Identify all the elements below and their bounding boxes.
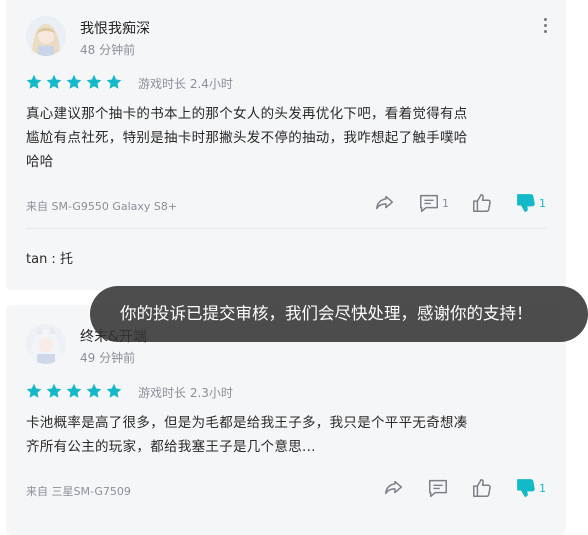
star-icon [26, 74, 42, 90]
rating-stars [26, 74, 122, 90]
playtime: 游戏时长 2.3小时 [138, 386, 233, 400]
share-icon [385, 480, 403, 495]
share-button[interactable] [383, 477, 405, 499]
review-card: 我恨我痴深 48 分钟前 游戏时长 2.4小时 真心建议那个抽卡的书本上的那个女… [6, 0, 566, 290]
divider [26, 228, 546, 229]
thumbs-up-icon [473, 194, 491, 212]
device-info: 来自 SM-G9550 Galaxy S8+ [26, 200, 178, 213]
reply-preview[interactable]: tan : 托 [26, 248, 73, 267]
review-text-line: 卡池概率是高了很多，但是为毛都是给我王子多，我只是个平平无奇想凑 [26, 415, 468, 431]
toast-message: 你的投诉已提交审核，我们会尽快处理，感谢你的支持！ [90, 286, 588, 342]
dislike-button[interactable]: 1 [515, 192, 546, 214]
like-button[interactable] [471, 192, 493, 214]
device-info: 来自 三星SM-G7509 [26, 485, 131, 498]
comment-icon [429, 479, 447, 497]
reply-button[interactable]: 1 [418, 192, 449, 214]
rating-stars [26, 383, 122, 399]
thumbs-down-icon [517, 194, 535, 212]
star-icon [66, 74, 82, 90]
review-actions: 1 1 [352, 192, 546, 214]
review-content: 真心建议那个抽卡的书本上的那个女人的头发再优化下吧，看着觉得有点 尴尬有点社死，… [26, 102, 546, 174]
thumbs-up-icon [473, 479, 491, 497]
dislike-count: 1 [539, 196, 546, 210]
star-icon [46, 74, 62, 90]
timestamp: 48 分钟前 [80, 43, 136, 57]
reply-button[interactable] [427, 477, 449, 499]
dislike-button[interactable]: 1 [515, 477, 546, 499]
playtime: 游戏时长 2.4小时 [138, 77, 233, 91]
review-text-line: 真心建议那个抽卡的书本上的那个女人的头发再优化下吧，看着觉得有点 [26, 106, 468, 122]
star-icon [106, 74, 122, 90]
share-icon [376, 195, 394, 210]
avatar[interactable] [26, 324, 66, 364]
avatar[interactable] [26, 16, 66, 56]
like-button[interactable] [471, 477, 493, 499]
timestamp: 49 分钟前 [80, 351, 136, 365]
comment-icon [420, 194, 438, 212]
thumbs-down-icon [517, 479, 535, 497]
review-content: 卡池概率是高了很多，但是为毛都是给我王子多，我只是个平平无奇想凑 齐所有公主的玩… [26, 411, 546, 459]
review-actions: 1 [361, 477, 546, 499]
star-icon [106, 383, 122, 399]
star-icon [26, 383, 42, 399]
star-icon [86, 383, 102, 399]
dislike-count: 1 [539, 481, 546, 495]
reply-count: 1 [442, 196, 449, 210]
review-text-line: 哈哈 [26, 154, 54, 170]
username[interactable]: 我恨我痴深 [80, 18, 150, 38]
star-icon [46, 383, 62, 399]
star-icon [86, 74, 102, 90]
review-text-line: 尴尬有点社死，特别是抽卡时那撇头发不停的抽动，我咋想起了触手噗哈 [26, 130, 468, 146]
share-button[interactable] [374, 192, 396, 214]
more-options-icon[interactable] [544, 18, 548, 36]
star-icon [66, 383, 82, 399]
review-text-line: 齐所有公主的玩家，都给我塞王子是几个意思... [26, 439, 316, 455]
